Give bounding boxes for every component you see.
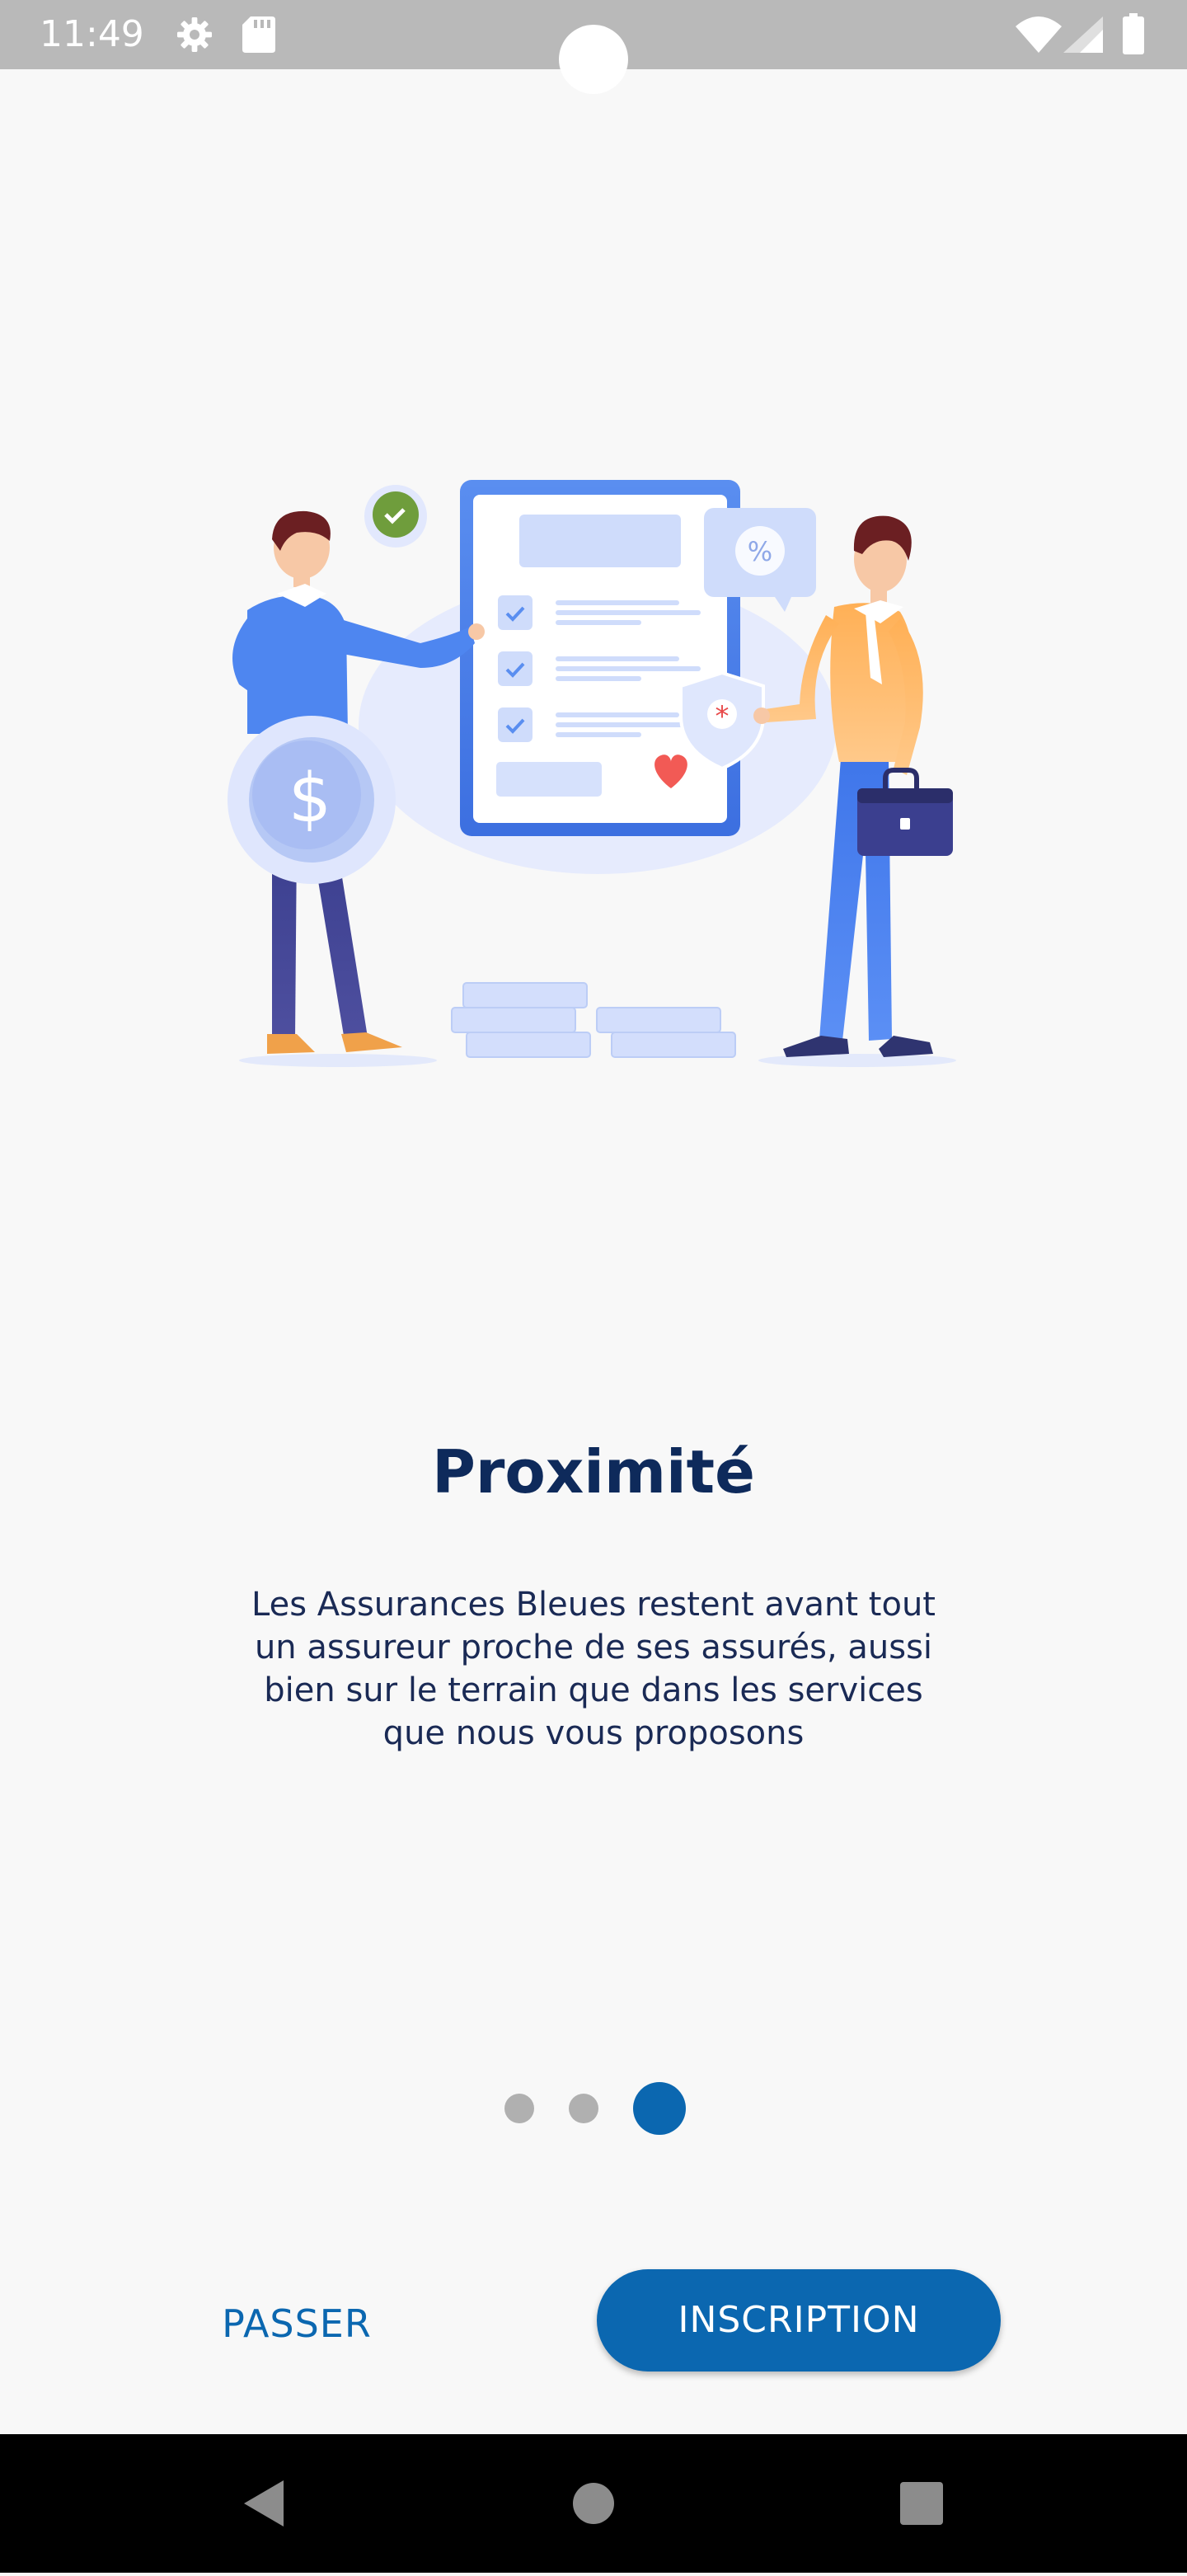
skip-button[interactable]: PASSER xyxy=(165,2291,429,2357)
description-line: un assureur proche de ses assurés, aussi xyxy=(254,1629,933,1666)
onboarding-illustration: * % $ xyxy=(214,462,973,1088)
back-button[interactable] xyxy=(208,2434,323,2573)
gear-icon xyxy=(175,15,214,58)
onboarding-description: Les Assurances Bleues restent avant tout… xyxy=(223,1583,964,1755)
home-circle-icon xyxy=(573,2483,614,2524)
back-triangle-icon xyxy=(244,2480,284,2527)
svg-text:$: $ xyxy=(289,759,331,838)
cellular-signal-icon xyxy=(1063,16,1103,56)
navigation-bar xyxy=(0,2434,1187,2573)
camera-cutout xyxy=(559,25,628,94)
page-indicator-dot[interactable] xyxy=(569,2094,598,2123)
status-time: 11:49 xyxy=(40,13,144,55)
page-title: Proximité xyxy=(432,1437,755,1507)
svg-text:*: * xyxy=(715,700,730,733)
svg-text:%: % xyxy=(748,536,772,567)
description-line: que nous vous proposons xyxy=(382,1714,805,1752)
home-button[interactable] xyxy=(536,2434,651,2573)
battery-icon xyxy=(1123,13,1144,58)
wifi-icon xyxy=(1016,16,1062,56)
page-indicator-dot[interactable] xyxy=(633,2082,686,2135)
recents-square-icon xyxy=(900,2482,943,2525)
description-line: Les Assurances Bleues restent avant tout xyxy=(251,1586,936,1624)
sd-card-icon xyxy=(242,16,275,56)
signup-button[interactable]: INSCRIPTION xyxy=(597,2269,1001,2372)
page-indicator-dot[interactable] xyxy=(504,2094,534,2123)
recents-button[interactable] xyxy=(864,2434,979,2573)
page-indicator xyxy=(0,2082,1187,2135)
description-line: bien sur le terrain que dans les service… xyxy=(264,1671,923,1709)
